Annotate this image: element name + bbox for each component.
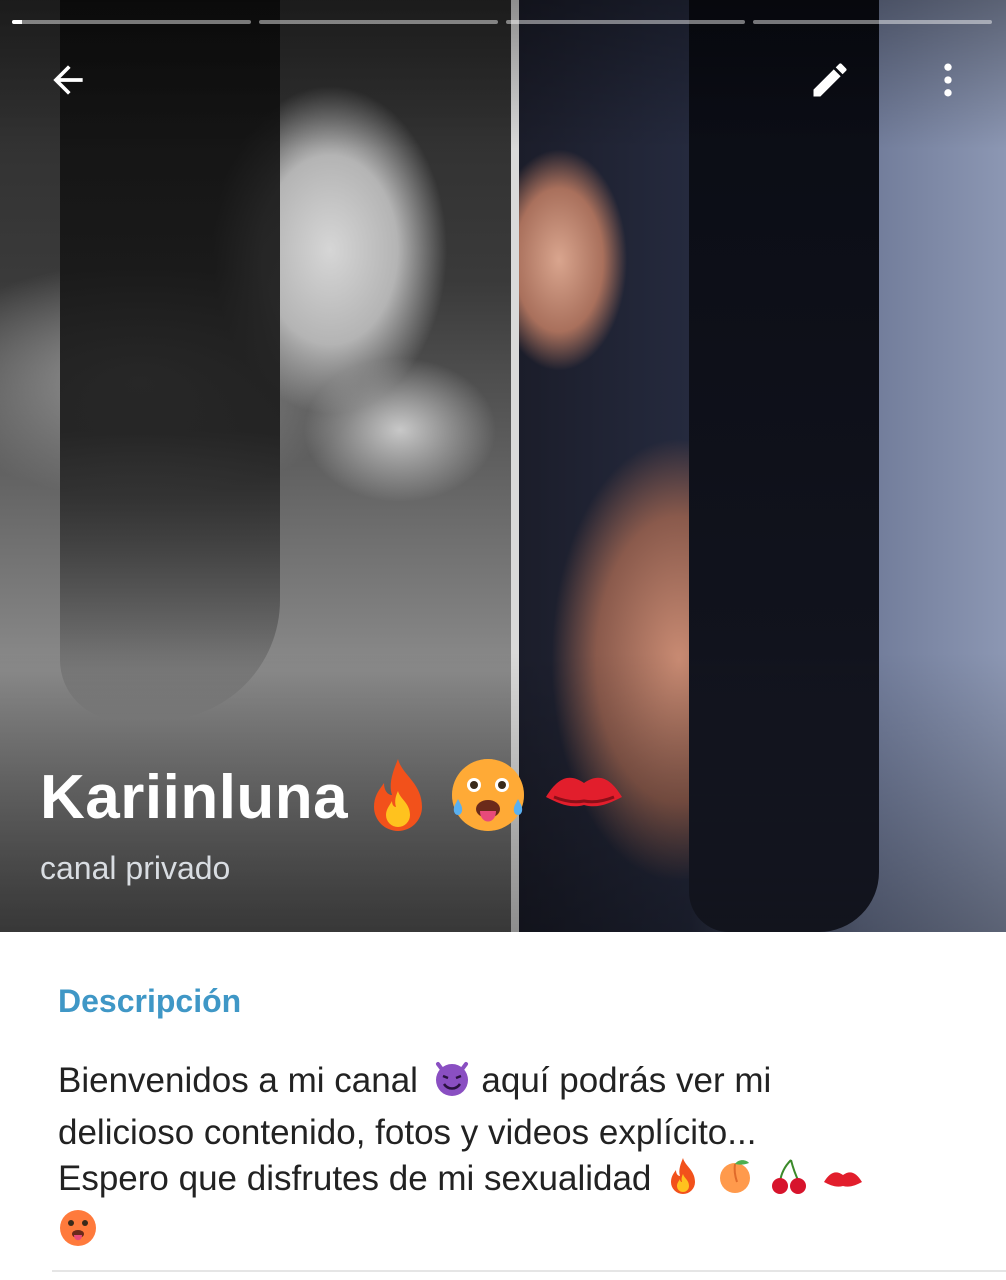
description-line-2: delicioso contenido, fotos y videos expl… [58, 1113, 757, 1152]
description-line-1a: Bienvenidos a mi canal [58, 1061, 418, 1100]
arrow-back-icon [53, 65, 83, 95]
story-progress-segment [506, 20, 745, 24]
kiss-mark-icon [822, 1162, 864, 1208]
channel-subtitle: canal privado [40, 850, 231, 886]
channel-name: Kariinluna [40, 763, 349, 832]
description-label: Descripción [58, 983, 242, 1019]
story-progress-segment [753, 20, 992, 24]
kiss-mark-icon [542, 765, 626, 830]
back-button[interactable] [36, 48, 100, 112]
section-divider [52, 1270, 1006, 1272]
more-options-button[interactable] [916, 48, 980, 112]
channel-cover-photo: Kariinluna canal privado [0, 0, 1006, 932]
description-line-1b: aquí podrás ver mi [481, 1061, 772, 1100]
fire-icon [362, 755, 434, 840]
channel-title: Kariinluna [40, 755, 626, 840]
hot-face-icon [58, 1208, 98, 1260]
pencil-icon [813, 63, 847, 97]
peach-icon [715, 1156, 755, 1208]
more-vertical-icon [944, 63, 952, 97]
edit-button[interactable] [798, 48, 862, 112]
description-text: Bienvenidos a mi canal aquí podrás ver m… [58, 1058, 938, 1260]
story-progress-segment [259, 20, 498, 24]
story-progress-bar [12, 20, 992, 24]
fire-icon [665, 1156, 701, 1208]
story-progress-segment [12, 20, 251, 24]
cherries-icon [769, 1156, 809, 1208]
hot-face-icon [448, 755, 528, 840]
smiling-devil-icon [432, 1058, 472, 1110]
description-line-3: Espero que disfrutes de mi sexualidad [58, 1159, 652, 1198]
